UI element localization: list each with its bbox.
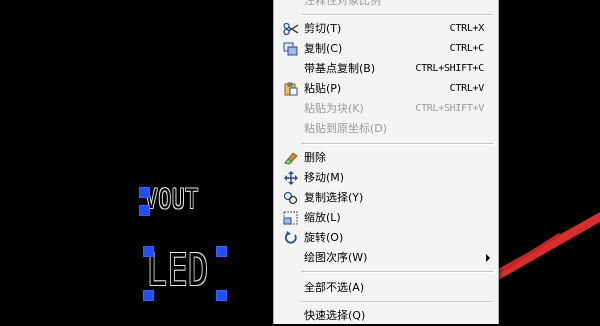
- menu-item-label: 复制(C): [304, 42, 343, 55]
- grip-handle[interactable]: [139, 187, 150, 198]
- menu-item-copy[interactable]: 复制(C) CTRL+C: [274, 39, 498, 59]
- menu-item-shortcut: CTRL+SHIFT+C: [415, 63, 484, 74]
- menu-item-scale[interactable]: 缩放(L): [274, 208, 498, 228]
- menu-item-copy-with-base-point[interactable]: 带基点复制(B) CTRL+SHIFT+C: [274, 59, 498, 79]
- menu-item-label: 缩放(L): [304, 211, 341, 224]
- grip-handle[interactable]: [139, 205, 150, 216]
- menu-item-label: 复制选择(Y): [304, 191, 364, 204]
- menu-item-label: 旋转(O): [304, 231, 344, 244]
- grip-handle[interactable]: [143, 246, 154, 257]
- menu-item-draw-order[interactable]: 绘图次序(W): [274, 248, 498, 268]
- rotate-icon: [284, 231, 297, 244]
- menu-item-label: 粘贴(P): [304, 82, 342, 95]
- cad-text-vout[interactable]: VOUT: [145, 184, 199, 215]
- menu-item-label: 注释性对象比例: [304, 0, 381, 7]
- menu-item-label: 删除: [304, 151, 326, 164]
- menu-item-move[interactable]: 移动(M): [274, 168, 498, 188]
- menu-item-shortcut: CTRL+SHIFT+V: [415, 103, 484, 114]
- menu-item-label: 粘贴为块(K): [304, 102, 364, 115]
- copy-icon: [283, 42, 298, 56]
- copy-selection-icon: [283, 191, 298, 205]
- menu-item-rotate[interactable]: 旋转(O): [274, 228, 498, 248]
- grip-handle[interactable]: [216, 290, 227, 301]
- menu-item-label: 绘图次序(W): [304, 251, 368, 264]
- cad-text-led[interactable]: LED: [147, 245, 209, 296]
- menu-item-quick-select[interactable]: 快速选择(Q): [274, 306, 498, 326]
- move-icon: [284, 171, 298, 185]
- menu-item-shortcut: CTRL+X: [449, 23, 485, 34]
- grip-handle[interactable]: [216, 246, 227, 257]
- eraser-icon: [284, 152, 298, 165]
- menu-item-annotative-scale: 注释性对象比例: [274, 0, 498, 11]
- grip-handle[interactable]: [143, 290, 154, 301]
- menu-item-label: 剪切(T): [304, 22, 342, 35]
- menu-separator: [301, 301, 493, 303]
- menu-separator: [301, 143, 493, 145]
- menu-item-label: 带基点复制(B): [304, 62, 376, 75]
- paste-icon: [284, 82, 298, 96]
- menu-item-shortcut: CTRL+C: [449, 43, 485, 54]
- menu-item-delete[interactable]: 删除: [274, 148, 498, 168]
- menu-item-paste-as-block: 粘贴为块(K) CTRL+SHIFT+V: [274, 99, 498, 119]
- menu-item-copy-selection[interactable]: 复制选择(Y): [274, 188, 498, 208]
- menu-item-label: 移动(M): [304, 171, 345, 184]
- menu-separator: [301, 14, 493, 16]
- menu-item-paste[interactable]: 粘贴(P) CTRL+V: [274, 79, 498, 99]
- menu-item-label: 粘贴到原坐标(D): [304, 122, 388, 135]
- context-menu: 注释性对象比例 剪切(T) CTRL+X 复制(C) CTRL+C 带基点复制(…: [273, 0, 499, 324]
- menu-item-paste-to-original-coords: 粘贴到原坐标(D): [274, 119, 498, 139]
- menu-separator: [301, 271, 493, 273]
- scale-icon: [283, 211, 298, 225]
- menu-item-label: 快速选择(Q): [304, 309, 366, 322]
- menu-item-cut[interactable]: 剪切(T) CTRL+X: [274, 19, 498, 39]
- menu-item-label: 全部不选(A): [304, 281, 365, 294]
- scissors-icon: [283, 22, 299, 36]
- menu-item-deselect-all[interactable]: 全部不选(A): [274, 278, 498, 298]
- submenu-arrow-icon: [486, 254, 490, 262]
- menu-item-shortcut: CTRL+V: [449, 83, 485, 94]
